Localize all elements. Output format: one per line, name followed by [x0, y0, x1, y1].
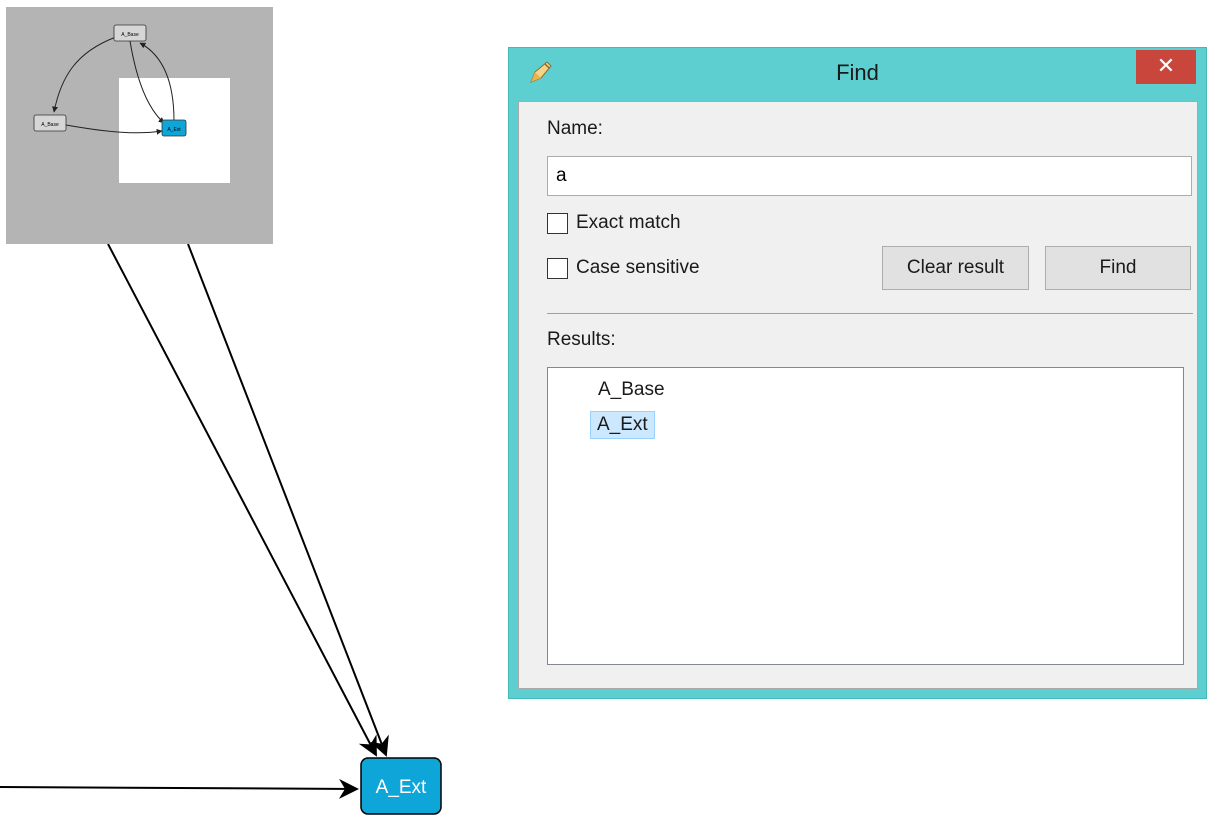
dialog-title: Find: [836, 60, 879, 85]
minimap-node: A_Base: [113, 24, 147, 42]
result-item-a-base[interactable]: A_Base: [592, 377, 671, 403]
minimap-node: A_Ext: [161, 119, 187, 137]
title-bar[interactable]: Find ✕: [509, 48, 1206, 101]
results-list[interactable]: A_Base A_Ext: [547, 367, 1184, 665]
exact-match-checkbox[interactable]: [547, 213, 568, 234]
svg-text:A_Base: A_Base: [41, 122, 59, 128]
edge-line: [0, 778, 359, 799]
minimap-node: A_Base: [33, 114, 67, 132]
edge-line: [187, 243, 389, 757]
edge-line: [107, 243, 377, 757]
result-item-a-ext[interactable]: A_Ext: [590, 411, 655, 439]
minimap-edge: [52, 36, 117, 113]
find-button[interactable]: Find: [1045, 246, 1191, 290]
case-sensitive-label[interactable]: Case sensitive: [576, 257, 700, 279]
svg-text:A_Base: A_Base: [121, 32, 139, 38]
find-dialog: Find ✕ Name: Exact match Case sensitive …: [508, 47, 1207, 699]
dialog-client-area: Name: Exact match Case sensitive Clear r…: [518, 101, 1198, 689]
name-input[interactable]: [547, 156, 1192, 196]
graph-node-label: A_Ext: [376, 777, 427, 798]
clear-result-button[interactable]: Clear result: [882, 246, 1029, 290]
case-sensitive-checkbox[interactable]: [547, 258, 568, 279]
close-button[interactable]: ✕: [1136, 50, 1196, 84]
svg-text:A_Ext: A_Ext: [167, 127, 181, 133]
results-label: Results:: [547, 329, 616, 350]
exact-match-label[interactable]: Exact match: [576, 212, 681, 234]
name-label: Name:: [547, 118, 603, 139]
separator: [547, 313, 1193, 314]
close-icon: ✕: [1156, 53, 1176, 78]
graph-node-a-ext[interactable]: A_Ext: [360, 757, 442, 815]
minimap[interactable]: A_Base A_Base A_Ext: [6, 7, 273, 244]
